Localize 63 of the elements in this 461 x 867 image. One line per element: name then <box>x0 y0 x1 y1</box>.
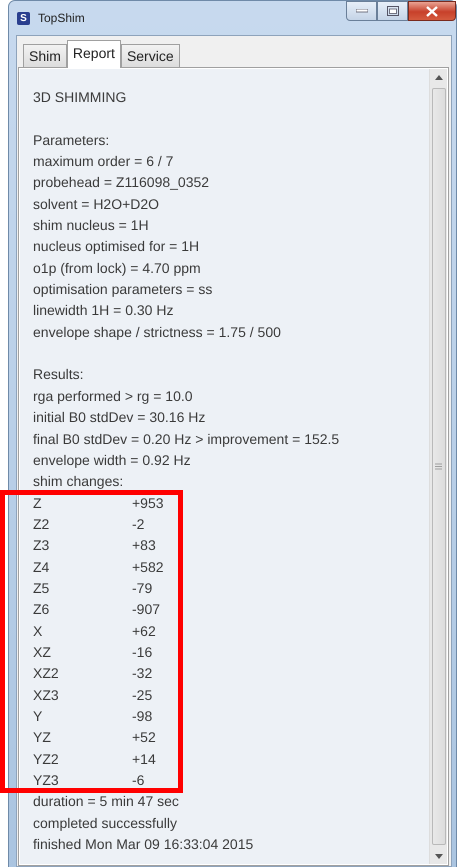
shim-value: -25 <box>132 686 152 705</box>
report-line: final B0 stdDev = 0.20 Hz > improvement = 152.5 <box>33 430 340 449</box>
section-heading: Parameters: <box>33 130 110 150</box>
app-icon: S <box>17 12 30 24</box>
tab[interactable]: Service <box>120 44 180 67</box>
shim-value: -907 <box>132 600 160 620</box>
minimize-icon <box>356 9 368 13</box>
report-line: completed successfully <box>33 814 178 833</box>
report-line: shim nucleus = 1H <box>33 216 150 236</box>
report-line: o1p (from lock) = 4.70 ppm <box>33 258 202 278</box>
report-line: nucleus optimised for = 1H <box>33 237 200 256</box>
close-button[interactable] <box>408 1 456 21</box>
report-line: initial B0 stdDev = 30.16 Hz <box>33 408 206 428</box>
report-title: 3D SHIMMING <box>33 88 128 107</box>
window-title: TopShim <box>38 10 85 27</box>
report-line: finished Mon Mar 09 16:33:04 2015 <box>33 835 254 854</box>
shim-name: XZ2 <box>33 664 60 684</box>
grip-icon <box>435 463 442 470</box>
shim-value: -98 <box>132 706 152 726</box>
report-line: shim changes: <box>33 472 124 492</box>
report-line: optimisation parameters = ss <box>33 280 214 300</box>
shim-value: +83 <box>132 536 156 556</box>
shim-value: +953 <box>132 494 164 513</box>
report-line: envelope width = 0.92 Hz <box>33 450 192 470</box>
shim-name: XZ3 <box>33 686 60 705</box>
shim-value: +52 <box>132 728 156 748</box>
report-text-area[interactable] <box>20 69 429 864</box>
shim-value: -2 <box>132 514 144 534</box>
tab[interactable]: Report <box>66 40 121 68</box>
shim-name: Z2 <box>33 514 50 534</box>
shim-value: +62 <box>132 622 156 641</box>
report-line: probehead = Z116098_0352 <box>33 173 210 192</box>
shim-value: -79 <box>132 578 152 598</box>
report-line: maximum order = 6 / 7 <box>33 152 174 172</box>
shim-name: Z4 <box>33 558 50 577</box>
shim-name: Z3 <box>33 536 50 556</box>
shim-name: Z <box>33 494 43 513</box>
shim-name: YZ <box>33 728 52 748</box>
maximize-button[interactable] <box>377 1 408 21</box>
shim-value: -32 <box>132 664 152 684</box>
shim-name: YZ3 <box>33 771 60 790</box>
section-heading: Results: <box>33 365 85 384</box>
shim-name: X <box>33 622 44 641</box>
shim-name: XZ <box>33 642 52 662</box>
shim-name: Z5 <box>33 578 50 598</box>
minimize-button[interactable] <box>346 1 377 21</box>
scroll-thumb[interactable] <box>432 88 446 845</box>
report-line: linewidth 1H = 0.30 Hz <box>33 301 174 320</box>
scrollbar[interactable] <box>429 69 447 864</box>
tab[interactable]: Shim <box>23 44 67 67</box>
shim-name: YZ2 <box>33 750 60 769</box>
shim-value: -16 <box>132 642 152 662</box>
report-line: solvent = H2O+D2O <box>33 194 160 214</box>
shim-value: -6 <box>132 771 144 790</box>
shim-name: Z6 <box>33 600 50 620</box>
shim-value: +14 <box>132 750 156 769</box>
maximize-icon <box>386 6 398 16</box>
report-line: envelope shape / strictness = 1.75 / 500 <box>33 322 282 342</box>
shim-name: Y <box>33 706 44 726</box>
shim-value: +582 <box>132 558 164 577</box>
report-line: duration = 5 min 47 sec <box>33 792 180 812</box>
close-icon <box>426 6 438 16</box>
report-line: rga performed > rg = 10.0 <box>33 386 194 406</box>
